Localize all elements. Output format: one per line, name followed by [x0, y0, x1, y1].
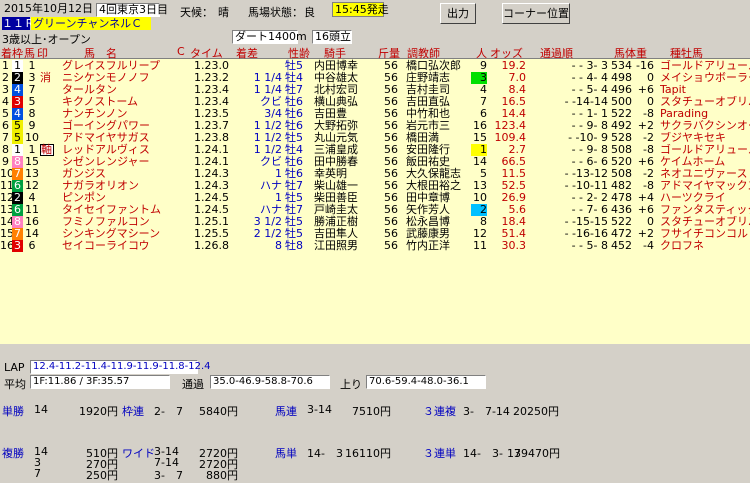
cell-odds: 30.3: [501, 239, 527, 252]
cell-sire: ファンタスティックライト: [660, 204, 750, 216]
cell-sire: ハーツクライ: [660, 192, 726, 204]
col-pass: 通過順: [540, 47, 573, 60]
col-c: C: [177, 45, 185, 58]
payout-amount: 1920円: [79, 405, 118, 418]
cell-uma: 6: [28, 239, 36, 252]
output-button[interactable]: 出力: [440, 3, 476, 24]
cell-trainer: 竹内正洋: [406, 239, 450, 252]
weather-label: 天候：: [180, 6, 213, 19]
payout-combo: 14: [34, 403, 48, 416]
payout-label-umatan: 馬単: [275, 447, 297, 460]
cell-time: 1.26.8: [194, 239, 229, 252]
course-field: ダート1400m: [232, 30, 307, 44]
cell-sire: Parading: [660, 108, 709, 120]
cell-pop: 11: [473, 239, 487, 252]
start-time: 15:45発走: [332, 2, 389, 17]
cell-sexage: 牡8: [285, 239, 303, 252]
payout-label-sanrenpuku: ３連複: [423, 405, 456, 418]
cell-mark: 軸: [40, 143, 54, 156]
payout-label-umaren: 馬連: [275, 405, 297, 418]
track-label: 馬場状態：: [248, 6, 303, 19]
payout-label-wakuren: 枠連: [122, 405, 144, 418]
payout-combo: 3- 7-14: [463, 405, 510, 418]
payout-amount: 20250円: [513, 405, 559, 418]
cell-sire: ゴールドアリュール: [660, 60, 750, 72]
cell-sire: スタチューオブリバティ: [660, 216, 750, 228]
cell-jockey: 江田照男: [314, 239, 358, 252]
payout-label-sanrentan: ３連単: [423, 447, 456, 460]
col-margin: 着差: [236, 47, 258, 60]
payout-amount: 7510円: [352, 405, 391, 418]
runners-field: 16頭立: [312, 30, 352, 44]
race-number: １１Ｒ: [2, 17, 35, 30]
up-field: 70.6-59.4-48.0-36.1: [366, 375, 486, 389]
cell-wt: 452: [611, 239, 632, 252]
col-sire: 種牡馬: [670, 47, 703, 60]
weather-value: 晴: [218, 6, 229, 19]
cell-sire: Tapit: [660, 84, 686, 96]
payout-label-tansho: 単勝: [2, 405, 24, 418]
up-label: 上り: [340, 378, 362, 391]
payout-combo: 14- 3: [307, 447, 343, 460]
cell-sire: ブジヤキセキ: [660, 132, 726, 144]
cell-waku: 3: [12, 239, 23, 252]
pass-label: 通過: [182, 378, 204, 391]
avg-field: 1F:11.86 / 3F:35.57: [30, 375, 170, 389]
meeting-text: 4回東京3日目: [99, 3, 168, 16]
cell-diff: -4: [643, 239, 654, 252]
cell-sire: クロフネ: [660, 240, 704, 252]
meeting-field: 4回東京3日目: [96, 3, 168, 17]
cell-sire: フサイチコンコルド: [660, 228, 750, 240]
date-text: 2015年10月12日: [4, 2, 93, 15]
cell-sire: ネオユニヴァース: [660, 168, 748, 180]
lap-label: LAP: [4, 361, 25, 374]
corner-position-button[interactable]: コーナー位置: [502, 3, 570, 24]
cell-sire: ケイムホーム: [660, 156, 726, 168]
cell-pass: - - 5- 8: [571, 239, 608, 252]
cell-pos: 16: [0, 239, 14, 252]
cell-kin: 56: [384, 239, 398, 252]
results-table: 着 枠 馬 印 馬 名 C タイム 着差 性齢 騎手 斤量 調教師 人 オッズ …: [0, 44, 750, 344]
cell-sire: アドマイヤマックス: [660, 180, 750, 192]
payout-label-wide: ワイド: [122, 447, 155, 460]
track-value: 良: [304, 6, 315, 19]
pass-field: 35.0-46.9-58.8-70.6: [210, 375, 330, 389]
cell-margin: 8: [275, 239, 282, 252]
date-field: 2015年10月12日: [2, 3, 94, 17]
payout-combo: 2- 7: [154, 405, 183, 418]
payout-label-fukusho: 複勝: [2, 447, 24, 460]
payout-amount: 5840円: [199, 405, 238, 418]
cell-mark: 消: [40, 71, 51, 84]
payout-amount: 16110円: [345, 447, 391, 460]
cell-sire: サクラバクシンオー: [660, 120, 750, 132]
cell-sire: メイショウボーラー: [660, 72, 750, 84]
col-mark: 印: [37, 47, 48, 60]
lap-field: 12.4-11.2-11.4-11.9-11.9-11.8-12.4: [30, 360, 211, 374]
payout-combo: 7: [34, 467, 41, 480]
table-row[interactable]: 16 3 6 セイコーライコウ 1.26.8 8 牡8 江田照男 56 竹内正洋 11 30.3 - -…: [0, 240, 750, 252]
cell-name: セイコーライコウ: [62, 239, 150, 252]
table-row[interactable]: 9 8 15 シゼンレンジャー 1.24.1 クビ 牡6 田中勝春 56 飯田祐史 14 66.5- …: [0, 156, 750, 168]
avg-label: 平均: [4, 378, 26, 391]
cell-sire: ゴールドアリュール: [660, 144, 750, 156]
payout-combo: 3-14: [307, 403, 332, 416]
cell-sire: スタチューオブリバティ: [660, 96, 750, 108]
table-header: 着 枠 馬 印 馬 名 C タイム 着差 性齢 騎手 斤量 調教師 人 オッズ …: [0, 44, 750, 60]
race-name: グリーンチャンネルＣ: [31, 17, 151, 30]
payout-amount: 139470円: [507, 447, 560, 460]
